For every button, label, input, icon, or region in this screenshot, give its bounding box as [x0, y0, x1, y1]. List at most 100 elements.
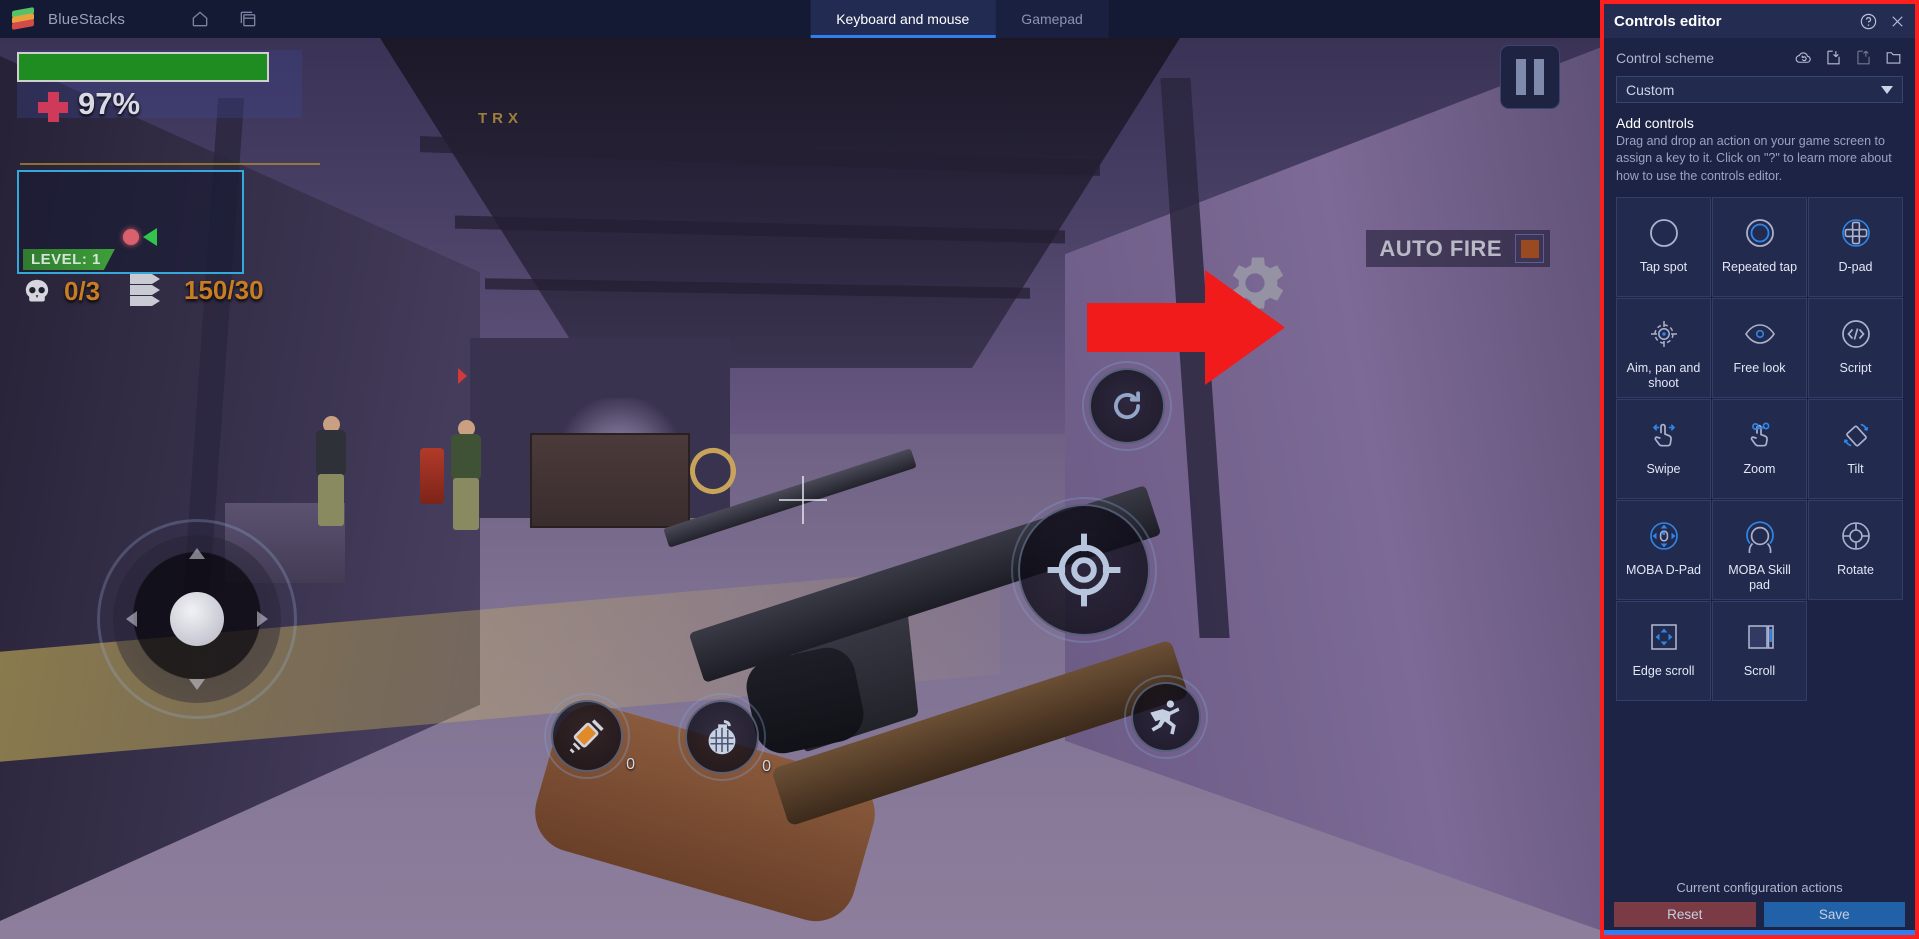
auto-fire-label: AUTO FIRE: [1379, 235, 1502, 261]
control-scheme-row: Control scheme: [1604, 38, 1915, 67]
free-look-icon: [1743, 314, 1777, 354]
joystick-right-arrow: [257, 611, 268, 627]
edge-scroll-icon: [1647, 617, 1681, 657]
reset-button[interactable]: Reset: [1614, 902, 1756, 927]
control-scheme-icons: [1794, 48, 1903, 67]
scene-sign-text: TRX: [478, 110, 523, 127]
minimap[interactable]: LEVEL: 1: [17, 170, 244, 274]
control-tile-swipe[interactable]: Swipe: [1616, 398, 1711, 499]
panel-title: Controls editor: [1614, 12, 1722, 30]
pause-button[interactable]: [1500, 45, 1560, 109]
auto-fire-toggle[interactable]: AUTO FIRE: [1366, 230, 1550, 267]
control-tile-label: Edge scroll: [1632, 663, 1695, 678]
medkit-button[interactable]: 0: [544, 693, 635, 779]
joystick-up-arrow: [189, 548, 205, 559]
control-tile-label: Free look: [1733, 360, 1786, 375]
control-tile-aim-pan-and-shoot[interactable]: Aim, pan and shoot: [1616, 297, 1711, 398]
tab-gamepad[interactable]: Gamepad: [995, 0, 1108, 38]
control-tile-label: Zoom: [1743, 461, 1776, 476]
repeated-tap-icon: [1743, 213, 1777, 253]
kill-counter: 0/3: [22, 276, 100, 307]
joystick-knob[interactable]: [170, 592, 224, 646]
control-tile-label: Tilt: [1847, 461, 1864, 476]
ammo-counter: 150/30: [128, 272, 264, 308]
titlebar-left-icons: [185, 4, 263, 34]
aim-crosshair: [779, 476, 827, 524]
enemy-character: [445, 420, 487, 530]
control-tile-d-pad[interactable]: D-pad: [1808, 196, 1903, 297]
tilt-icon: [1839, 415, 1873, 455]
moba-skill-pad-icon: [1743, 516, 1777, 556]
control-tile-label: Script: [1839, 360, 1872, 375]
control-scheme-label: Control scheme: [1616, 49, 1715, 66]
panel-spacer: [1604, 701, 1915, 872]
home-icon[interactable]: [185, 4, 215, 34]
control-tile-free-look[interactable]: Free look: [1712, 297, 1807, 398]
tab-keyboard-and-mouse[interactable]: Keyboard and mouse: [810, 0, 996, 38]
add-controls-description: Drag and drop an action on your game scr…: [1616, 134, 1892, 183]
current-configuration-actions-label: Current configuration actions: [1676, 880, 1843, 895]
mode-tabs: Keyboard and mouse Gamepad: [810, 0, 1109, 38]
joystick-down-arrow: [189, 679, 205, 690]
aim-pan-shoot-icon: [1647, 314, 1681, 354]
control-tile-tap-spot[interactable]: Tap spot: [1616, 196, 1711, 297]
controls-editor-panel: Controls editor Control scheme Custom Ad…: [1600, 0, 1919, 939]
control-tile-repeated-tap[interactable]: Repeated tap: [1712, 196, 1807, 297]
control-tile-script[interactable]: Script: [1808, 297, 1903, 398]
control-tile-rotate[interactable]: Rotate: [1808, 499, 1903, 600]
minimap-level-badge: LEVEL: 1: [23, 249, 115, 270]
zoom-icon: [1743, 415, 1777, 455]
folder-icon[interactable]: [1884, 48, 1903, 67]
fire-button[interactable]: [1011, 497, 1157, 643]
control-tile-zoom[interactable]: Zoom: [1712, 398, 1807, 499]
hud-divider: [20, 163, 320, 165]
control-tile-edge-scroll[interactable]: Edge scroll: [1616, 600, 1711, 701]
minimap-direction-arrow: [143, 228, 157, 246]
script-icon: [1839, 314, 1873, 354]
auto-fire-checkbox[interactable]: [1515, 234, 1544, 263]
virtual-joystick[interactable]: [97, 519, 297, 719]
control-tile-label: Repeated tap: [1721, 259, 1798, 274]
control-tile-moba-skill-pad[interactable]: MOBA Skill pad: [1712, 499, 1807, 600]
control-tile-label: MOBA D-Pad: [1625, 562, 1702, 577]
control-tile-label: MOBA Skill pad: [1728, 562, 1791, 592]
control-tile-tilt[interactable]: Tilt: [1808, 398, 1903, 499]
run-button[interactable]: [1124, 675, 1208, 759]
chevron-down-icon: [1881, 85, 1893, 94]
scene-objective-flag: [458, 368, 467, 384]
panel-bottom-accent: [1604, 930, 1915, 935]
red-arrow-right-annotation: [1087, 270, 1285, 385]
cloud-restore-icon[interactable]: [1794, 48, 1813, 67]
swipe-icon: [1647, 415, 1681, 455]
control-tile-scroll[interactable]: Scroll: [1712, 600, 1807, 701]
grenade-button[interactable]: 0: [678, 693, 771, 781]
close-icon[interactable]: [1888, 12, 1907, 31]
medkit-count-label: 0: [626, 756, 635, 773]
game-viewport[interactable]: TRX 97% LEVEL: 1 0/3 150/30 AUTO FIRE 0 …: [0, 38, 1605, 939]
joystick-left-arrow: [126, 611, 137, 627]
control-tile-label: Tap spot: [1639, 259, 1688, 274]
kill-count-label: 0/3: [64, 276, 101, 306]
tab-label: Gamepad: [1021, 11, 1083, 27]
multi-instance-icon[interactable]: [233, 4, 263, 34]
save-button[interactable]: Save: [1763, 902, 1905, 927]
bullets-icon: [130, 274, 160, 306]
control-tile-label: Aim, pan and shoot: [1626, 360, 1701, 390]
tab-label: Keyboard and mouse: [836, 11, 970, 27]
moba-dpad-icon: [1647, 516, 1681, 556]
control-scheme-select[interactable]: Custom: [1616, 76, 1903, 103]
control-tile-label: Scroll: [1743, 663, 1776, 678]
tap-spot-icon: [1647, 213, 1681, 253]
minimap-player-dot: [123, 229, 139, 245]
controls-grid: Tap spot Repeated tap D-pad Aim, pan and…: [1616, 196, 1903, 701]
help-circle-icon[interactable]: [1859, 12, 1878, 31]
medical-cross-icon: [38, 92, 68, 122]
bluestacks-window: BlueStacks Keyboard and mouse Gamepad TR…: [0, 0, 1919, 939]
control-tile-moba-d-pad[interactable]: MOBA D-Pad: [1616, 499, 1711, 600]
bluestacks-logo-icon: [12, 7, 34, 30]
export-icon[interactable]: [1854, 48, 1873, 67]
rotate-icon: [1839, 516, 1873, 556]
panel-header: Controls editor: [1604, 4, 1915, 38]
import-icon[interactable]: [1824, 48, 1843, 67]
add-controls-header: Add controls Drag and drop an action on …: [1604, 103, 1915, 185]
